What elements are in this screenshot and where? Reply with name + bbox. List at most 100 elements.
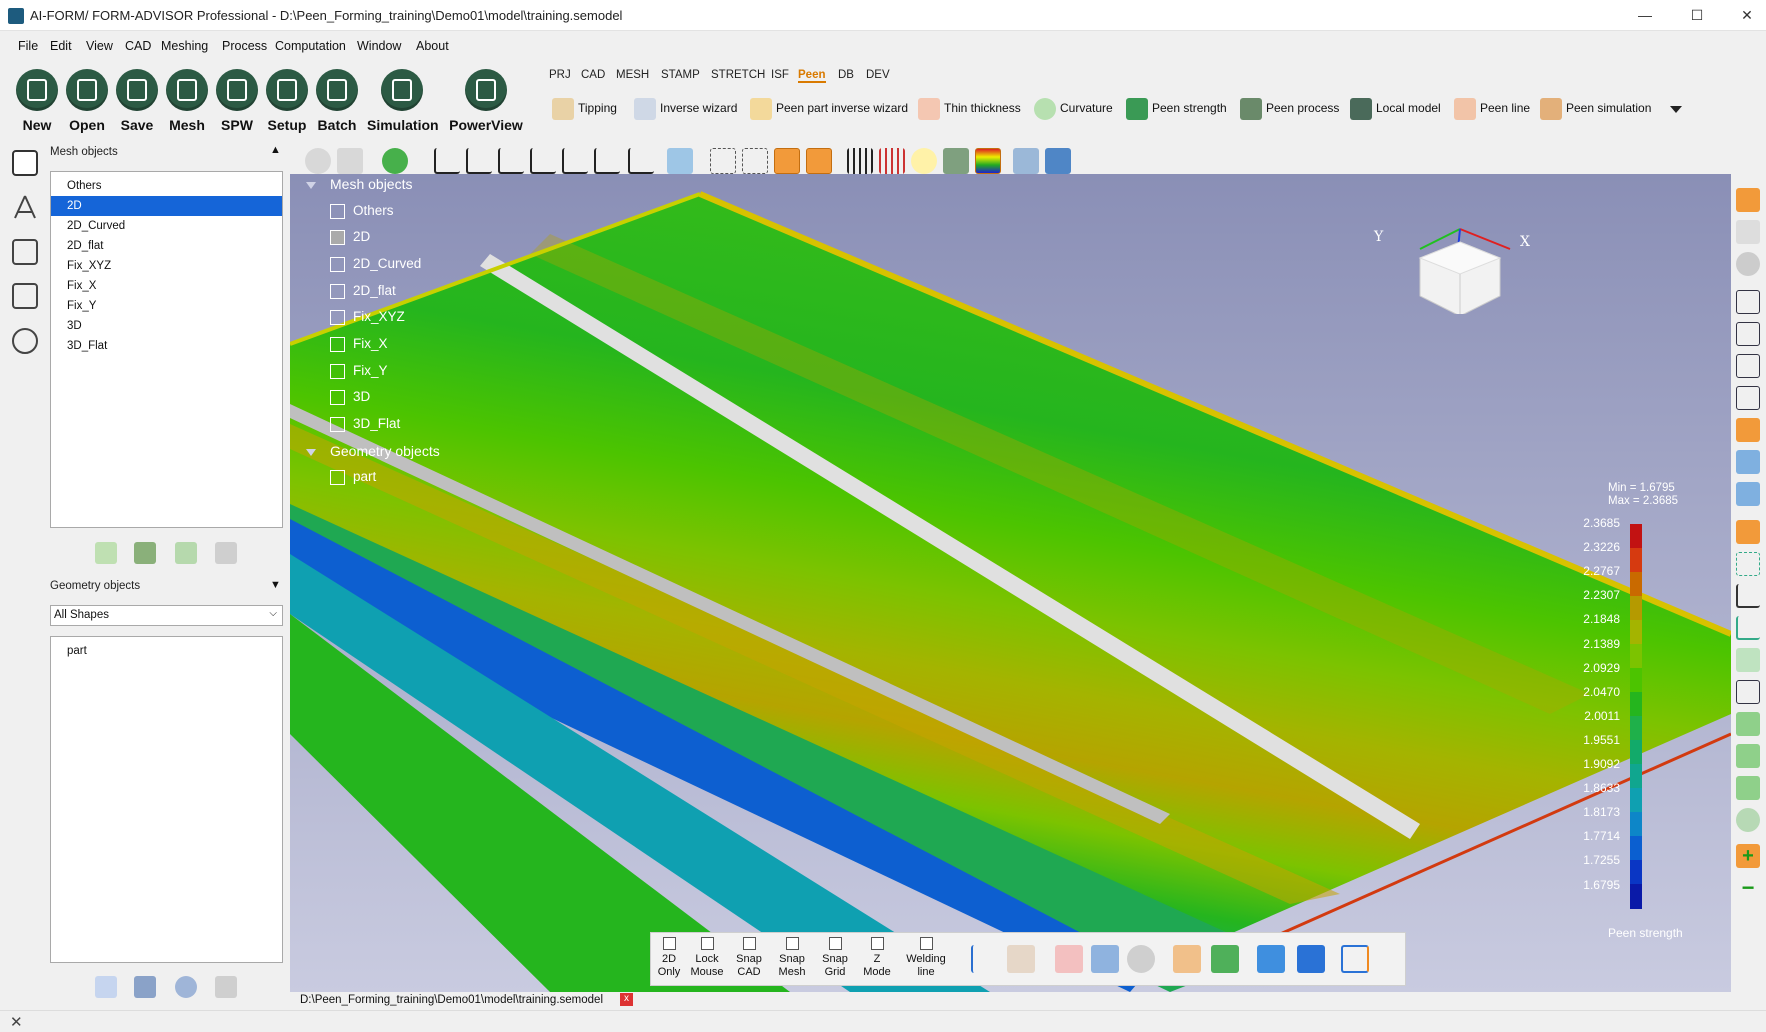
axis-zx-icon[interactable] <box>466 148 492 174</box>
peen-process-button[interactable]: Peen process <box>1240 98 1339 124</box>
list-item[interactable]: 2D_Curved <box>51 216 282 236</box>
download-icon[interactable] <box>1736 450 1760 474</box>
snap-mesh-toggle[interactable]: Snap Mesh <box>775 937 809 979</box>
inverse-wizard-button[interactable]: Inverse wizard <box>634 98 737 124</box>
mesh-view-icon[interactable] <box>1736 680 1760 704</box>
tipping-button[interactable]: Tipping <box>552 98 617 124</box>
peen-part-inverse-wizard-button[interactable]: Peen part inverse wizard <box>750 98 908 124</box>
geometry-tool-icon[interactable] <box>134 976 156 998</box>
mesh-list[interactable]: Others 2D 2D_Curved 2D_flat Fix_XYZ Fix_… <box>50 171 283 528</box>
upload-icon[interactable] <box>1736 482 1760 506</box>
zoom-select-icon[interactable] <box>742 148 768 174</box>
axis-zy-icon[interactable] <box>594 148 620 174</box>
contour-icon[interactable] <box>943 148 969 174</box>
2d-only-toggle[interactable]: 2D Only <box>655 937 683 979</box>
folder-icon[interactable] <box>1257 945 1285 973</box>
tab-stamp[interactable]: STAMP <box>661 69 700 81</box>
mesh-button[interactable]: Mesh <box>160 66 214 133</box>
peen-simulation-button[interactable]: Peen simulation <box>1540 98 1651 124</box>
view-top-icon[interactable] <box>1736 418 1760 442</box>
menu-file[interactable]: File <box>18 39 38 53</box>
node-select-icon[interactable] <box>1736 552 1760 576</box>
tab-peen[interactable]: Peen <box>798 69 826 83</box>
info-icon[interactable] <box>1736 808 1760 832</box>
save-button[interactable]: Save <box>110 66 164 133</box>
close-tab-button[interactable]: x <box>620 993 633 1006</box>
measure-icon[interactable] <box>1007 945 1035 973</box>
objects-panel-icon[interactable] <box>12 150 38 176</box>
tab-cad[interactable]: CAD <box>581 69 605 81</box>
spw-button[interactable]: SPW <box>210 66 264 133</box>
list-item[interactable]: 2D <box>51 196 282 216</box>
view-left-icon[interactable] <box>1736 354 1760 378</box>
welding-line-toggle[interactable]: Welding line <box>903 937 949 979</box>
checkbox[interactable] <box>330 256 345 272</box>
tab-dev[interactable]: DEV <box>866 69 890 81</box>
open-button[interactable]: Open <box>60 66 114 133</box>
viewport-geometry-item[interactable]: part <box>330 467 376 487</box>
trash-icon[interactable] <box>215 976 237 998</box>
target-icon[interactable] <box>12 328 38 354</box>
minimize-button[interactable]: — <box>1630 4 1660 26</box>
checkbox[interactable] <box>330 363 345 379</box>
mesh-grid-icon[interactable] <box>847 148 873 174</box>
curvature-button[interactable]: Curvature <box>1034 98 1113 124</box>
viewport-mesh-item[interactable]: 2D_Curved <box>330 254 421 274</box>
zoom-icon[interactable] <box>305 148 331 174</box>
triangle-green-icon[interactable] <box>1736 616 1760 640</box>
close-button[interactable]: ✕ <box>1732 4 1762 26</box>
select-icon[interactable] <box>337 148 363 174</box>
axis-yz-icon[interactable] <box>562 148 588 174</box>
csv-icon[interactable] <box>1091 945 1119 973</box>
tab-db[interactable]: DB <box>838 69 854 81</box>
close-icon[interactable]: ✕ <box>10 1013 23 1031</box>
viewport-geometry-header[interactable]: Geometry objects <box>306 441 440 461</box>
eraser-icon[interactable] <box>1736 220 1760 244</box>
curve-icon[interactable] <box>1736 648 1760 672</box>
viewport-mesh-item[interactable]: Fix_XYZ <box>330 307 405 327</box>
import-icon[interactable] <box>1736 712 1760 736</box>
list-item[interactable]: 3D <box>51 316 282 336</box>
powerview-button[interactable]: PowerView <box>446 66 526 133</box>
table-icon[interactable] <box>1211 945 1239 973</box>
minus-icon[interactable]: − <box>1736 876 1760 900</box>
grid-icon[interactable] <box>12 239 38 265</box>
zoom-box-icon[interactable] <box>710 148 736 174</box>
sphere-icon[interactable] <box>175 976 197 998</box>
cube-view-icon[interactable] <box>1045 148 1071 174</box>
chart-icon[interactable] <box>1055 945 1083 973</box>
list-item[interactable]: 2D_flat <box>51 236 282 256</box>
axis-xz-icon[interactable] <box>434 148 460 174</box>
view-front-icon[interactable] <box>1736 290 1760 314</box>
shape-filter-select[interactable]: All Shapes ⌵ <box>50 605 283 626</box>
setup-button[interactable]: Setup <box>260 66 314 133</box>
save-icon[interactable] <box>1297 945 1325 973</box>
color-map-icon[interactable] <box>975 148 1001 174</box>
tab-stretch[interactable]: STRETCH <box>711 69 765 81</box>
align-icon[interactable] <box>1173 945 1201 973</box>
viewport-mesh-item[interactable]: 2D <box>330 227 370 247</box>
checkbox[interactable] <box>330 203 345 219</box>
simulation-button[interactable]: Simulation <box>367 66 439 133</box>
panel-icon[interactable] <box>1736 188 1760 212</box>
list-item[interactable]: Fix_Y <box>51 296 282 316</box>
export-icon[interactable] <box>1736 744 1760 768</box>
viewport-mesh-item[interactable]: 2D_flat <box>330 281 396 301</box>
checkbox[interactable] <box>330 416 345 432</box>
menu-computation[interactable]: Computation <box>275 39 346 53</box>
probe-icon[interactable] <box>1736 520 1760 544</box>
checkbox[interactable] <box>330 309 345 325</box>
view-back-icon[interactable] <box>1736 322 1760 346</box>
viewport-mesh-item[interactable]: Others <box>330 201 394 221</box>
viewport-mesh-item[interactable]: 3D_Flat <box>330 414 400 434</box>
peen-strength-button[interactable]: Peen strength <box>1126 98 1227 124</box>
lasso-select-icon[interactable] <box>806 148 832 174</box>
exit-icon[interactable] <box>1341 945 1369 973</box>
menu-edit[interactable]: Edit <box>50 39 72 53</box>
viewport-mesh-header[interactable]: Mesh objects <box>306 174 412 194</box>
axis-xy-icon[interactable] <box>498 148 524 174</box>
plus-icon[interactable]: + <box>1736 844 1760 868</box>
mesh-hide-icon[interactable] <box>879 148 905 174</box>
collapse-icon[interactable]: ▲ <box>270 144 281 156</box>
menu-cad[interactable]: CAD <box>125 39 151 53</box>
